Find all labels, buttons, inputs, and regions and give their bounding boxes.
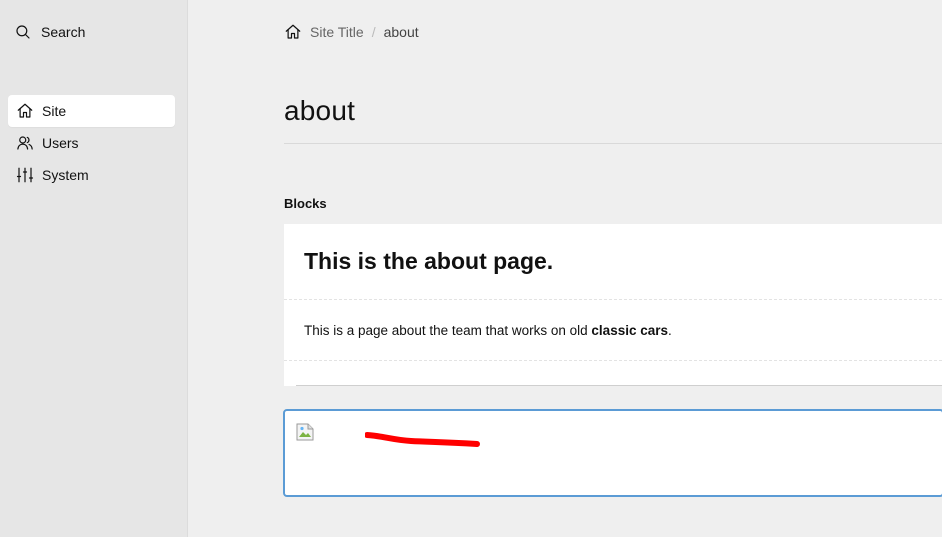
search-icon [14,23,32,41]
users-icon [16,134,34,152]
breadcrumb-current[interactable]: about [384,24,419,40]
breadcrumb: Site Title / about [284,21,419,43]
paragraph-bold-text: classic cars [591,322,668,338]
paragraph-text: This is a page about the team that works… [304,322,592,338]
sidebar-item-users[interactable]: Users [8,127,175,159]
blocks-editor: This is the about page. This is a page a… [284,224,942,386]
app-window: Search Site Users System Site Title / ab… [0,0,942,537]
sidebar-item-label: Users [42,135,79,151]
title-divider [284,143,942,144]
image-block[interactable] [283,409,942,497]
sidebar-nav: Site Users System [8,95,175,191]
sidebar-item-site[interactable]: Site [8,95,175,127]
text-block[interactable]: This is a page about the team that works… [284,300,942,361]
blocks-label: Blocks [284,196,327,211]
sidebar-item-label: System [42,167,89,183]
sliders-icon [16,166,34,184]
horizontal-rule [296,385,942,386]
sidebar-item-label: Site [42,103,67,119]
page-title: about [284,95,356,126]
paragraph-suffix: . [668,322,672,338]
breadcrumb-separator: / [371,24,376,40]
broken-image-icon [296,423,314,441]
red-scribble-annotation [365,432,480,447]
sidebar: Search Site Users System [0,0,188,537]
search-button[interactable]: Search [14,21,85,43]
home-icon [16,102,34,120]
heading-block[interactable]: This is the about page. [284,224,942,300]
home-icon[interactable] [284,23,302,41]
divider-block[interactable] [284,361,942,386]
breadcrumb-site-title[interactable]: Site Title [310,24,364,40]
text-block-content: This is a page about the team that works… [304,323,672,338]
search-label: Search [41,24,86,40]
main-content: Site Title / about about Blocks This is … [188,0,942,537]
sidebar-item-system[interactable]: System [8,159,175,191]
